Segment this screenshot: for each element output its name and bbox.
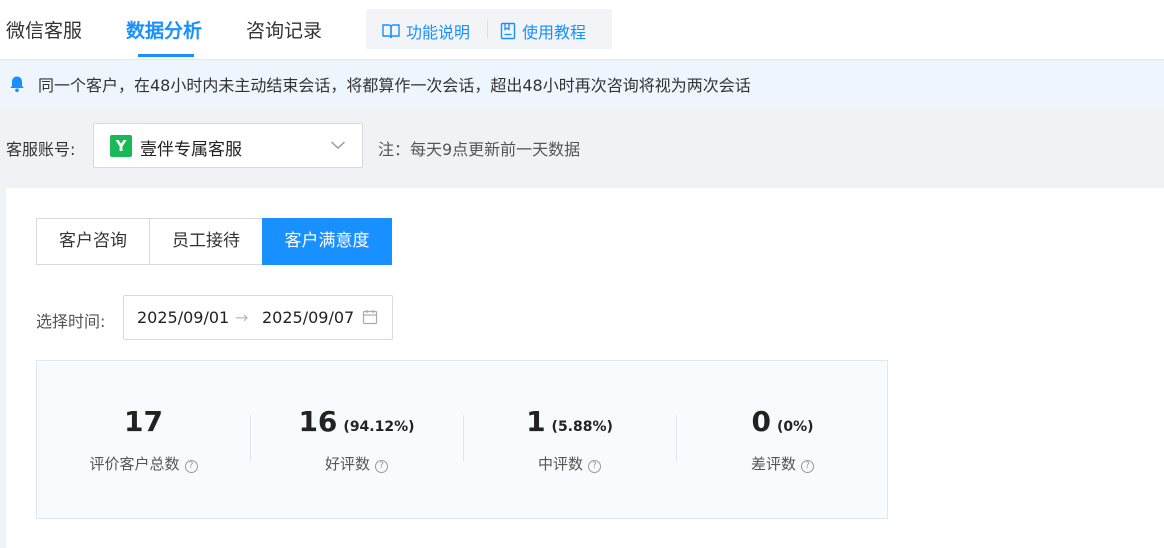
stat-value: 1 [526, 405, 546, 438]
stat-label: 差评数 [750, 455, 796, 473]
account-logo-icon: Y [110, 135, 132, 157]
segment-customer-consult[interactable]: 客户咨询 [36, 218, 150, 265]
stat-label-line: 好评数? [250, 453, 463, 474]
start-date[interactable]: 2025/09/01 [137, 308, 229, 327]
book-icon [382, 24, 400, 39]
stat-percent: (94.12%) [343, 419, 415, 435]
stat-label: 中评数 [537, 455, 583, 473]
stat-percent: (5.88%) [551, 419, 613, 435]
tab-consult-records[interactable]: 咨询记录 [246, 16, 322, 43]
account-filter-row: 客服账号: Y 壹伴专属客服 注：每天9点更新前一天数据 [0, 108, 1164, 188]
calendar-icon [362, 310, 378, 325]
help-icon[interactable]: ? [184, 460, 198, 473]
top-nav-bar: 微信客服 数据分析 咨询记录 功能说明 使用教程 [0, 0, 1164, 60]
stat-neutral-reviews: 1 (5.88%) 中评数? [463, 361, 676, 518]
stat-value-line: 1 (5.88%) [463, 405, 676, 438]
stat-percent: (0%) [776, 419, 814, 435]
stat-value: 17 [124, 405, 163, 438]
feature-guide-label: 功能说明 [406, 23, 471, 42]
tab-data-analysis[interactable]: 数据分析 [126, 16, 202, 43]
notice-text: 同一个客户，在48小时内未主动结束会话，将都算作一次会话，超出48小时再次咨询将… [38, 76, 751, 95]
time-filter-label: 选择时间: [36, 312, 106, 331]
chevron-down-icon [331, 141, 345, 149]
end-date[interactable]: 2025/09/07 [262, 308, 354, 327]
stat-bad-reviews: 0 (0%) 差评数? [676, 361, 889, 518]
help-links-box: 功能说明 使用教程 [366, 9, 612, 49]
satisfaction-stats-card: 17 评价客户总数? 16 (94.12%) 好评数? 1 (5.88%) 中评数? [36, 360, 888, 519]
help-separator [487, 20, 488, 38]
help-icon[interactable]: ? [801, 460, 814, 473]
tab-wechat-service[interactable]: 微信客服 [6, 16, 82, 43]
stat-label-line: 中评数? [463, 453, 676, 474]
help-icon[interactable]: ? [588, 460, 601, 473]
stat-label-line: 评价客户总数? [37, 453, 250, 474]
account-select-value: 壹伴专属客服 [140, 140, 242, 160]
tutorial-label: 使用教程 [522, 23, 587, 42]
stat-good-reviews: 16 (94.12%) 好评数? [250, 361, 463, 518]
stat-label: 好评数 [324, 455, 370, 473]
stat-value-line: 16 (94.12%) [250, 405, 463, 438]
stat-value: 0 [751, 405, 771, 438]
tutorial-link[interactable]: 使用教程 [500, 19, 586, 43]
segment-staff-reception[interactable]: 员工接待 [149, 218, 263, 265]
stat-label-line: 差评数? [676, 453, 889, 474]
feature-guide-link[interactable]: 功能说明 [382, 19, 470, 43]
account-label: 客服账号: [6, 140, 76, 159]
stat-value: 16 [298, 405, 338, 438]
stat-total-reviewers: 17 评价客户总数? [37, 361, 250, 518]
update-note: 注：每天9点更新前一天数据 [378, 140, 581, 159]
main-panel: 客户咨询 员工接待 客户满意度 选择时间: 2025/09/01 → 2025/… [6, 188, 1164, 548]
segment-customer-satisfaction[interactable]: 客户满意度 [262, 218, 392, 265]
date-range-picker[interactable]: 2025/09/01 → 2025/09/07 [123, 295, 393, 340]
account-select[interactable]: Y 壹伴专属客服 [93, 123, 363, 168]
range-arrow-icon: → [235, 308, 249, 327]
bell-icon [10, 76, 24, 92]
active-tab-indicator [138, 54, 194, 57]
document-icon [500, 22, 516, 40]
help-icon[interactable]: ? [375, 460, 388, 473]
stat-label: 评价客户总数 [89, 455, 180, 473]
notice-bar: 同一个客户，在48小时内未主动结束会话，将都算作一次会话，超出48小时再次咨询将… [0, 60, 1164, 108]
stat-value-line: 0 (0%) [676, 405, 889, 438]
stat-value-line: 17 [37, 405, 250, 438]
